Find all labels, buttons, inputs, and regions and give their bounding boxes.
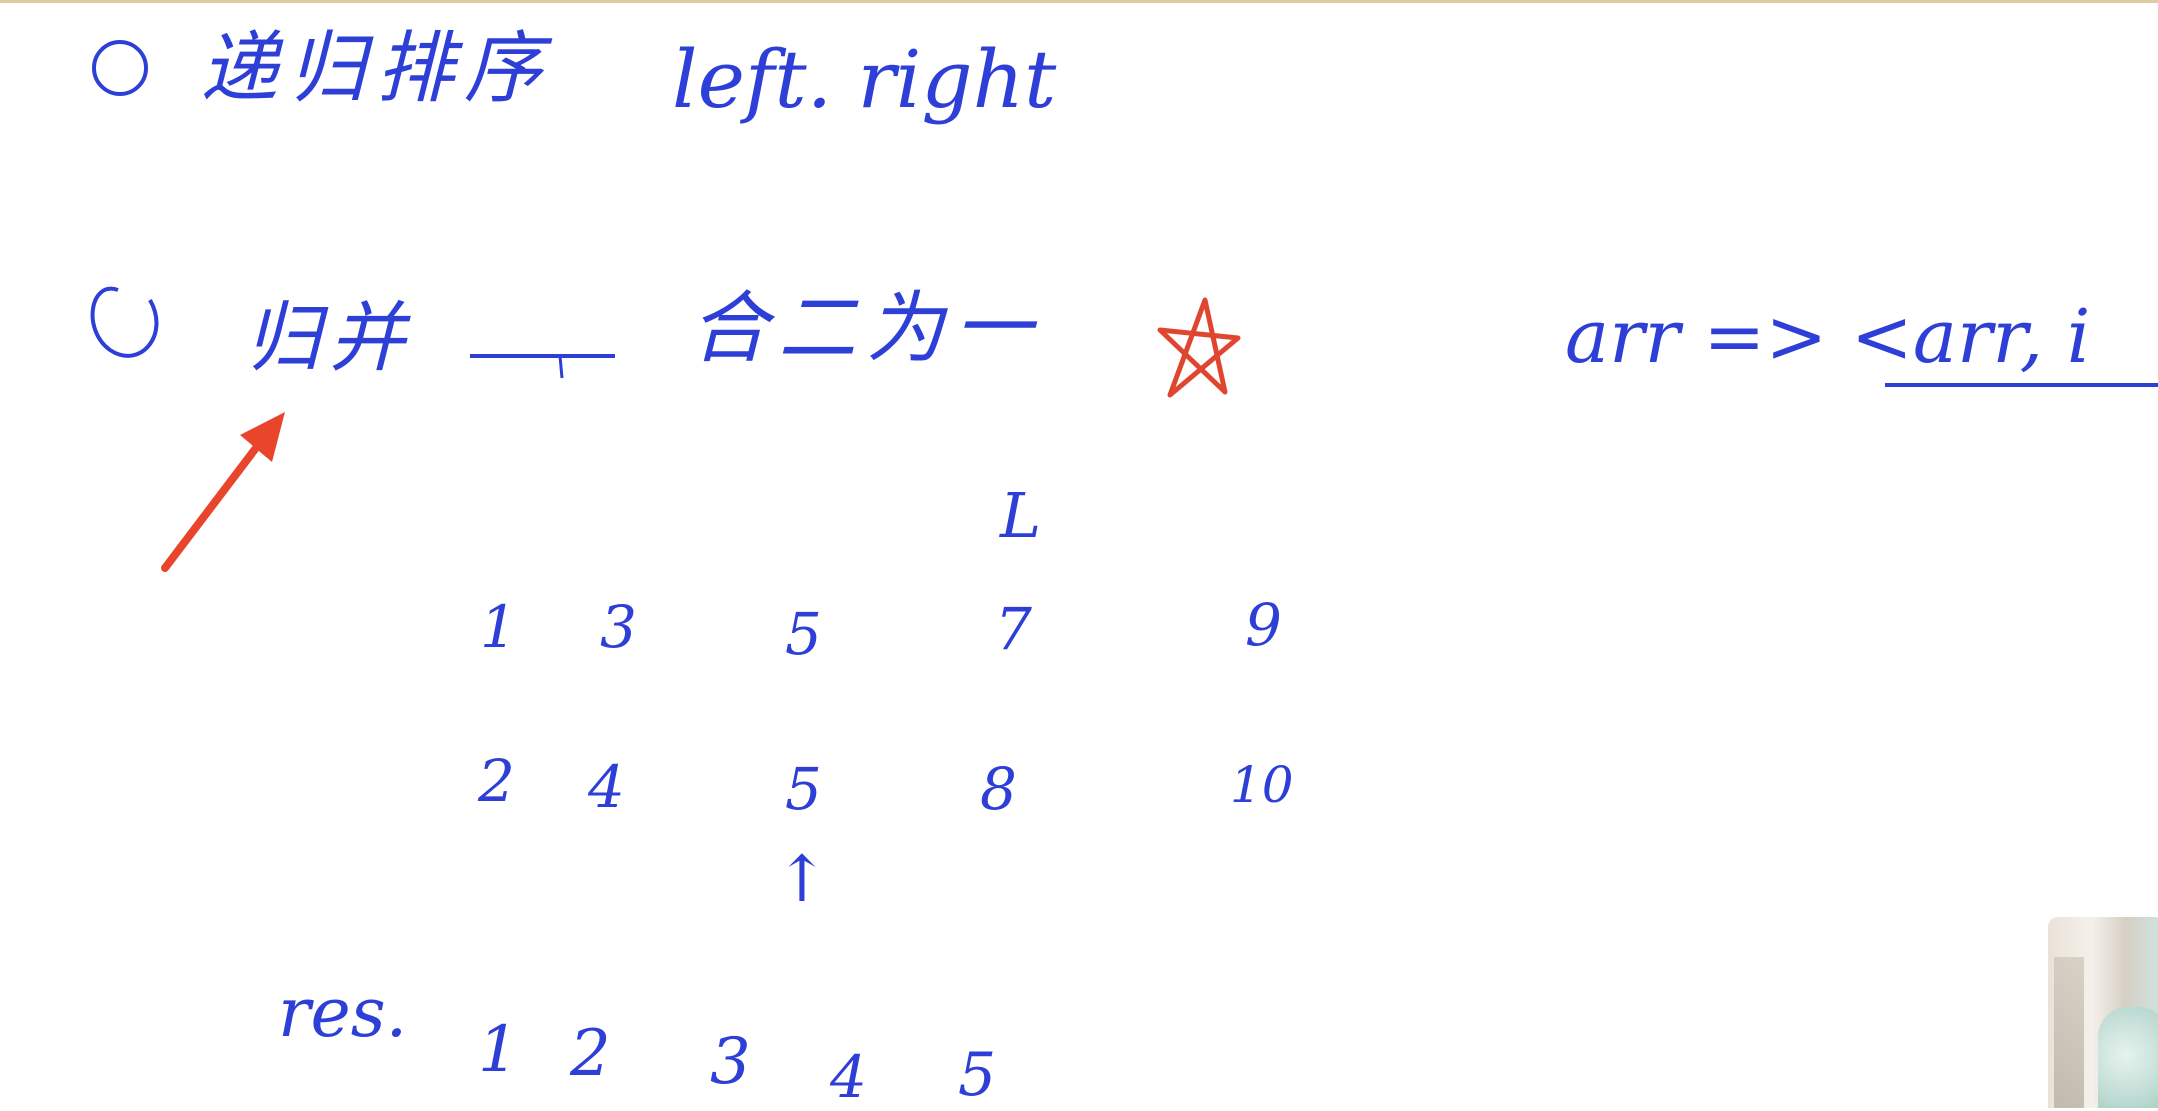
result-value: 5 <box>958 1040 997 1110</box>
row1-value: 3 <box>600 593 637 661</box>
result-value: 4 <box>830 1043 867 1111</box>
red-arrow-shaft <box>161 436 266 572</box>
result-label: res. <box>278 974 408 1053</box>
line1-chinese: 递归排序 <box>200 24 553 114</box>
line1-latin: left. right <box>672 33 1057 126</box>
line2-meaning: 合二为一 <box>690 284 1043 374</box>
row2-value: 10 <box>1230 756 1294 814</box>
row2-value: 5 <box>785 755 822 823</box>
row1-value: 5 <box>785 600 822 668</box>
star-mark <box>1157 297 1241 398</box>
row1-value: 1 <box>480 593 517 661</box>
webcam-background-frame <box>2054 957 2084 1108</box>
whiteboard-canvas: ① 递归排序 left. right ② 归并 合二为一 arr => <arr… <box>0 0 2158 1108</box>
webcam-overlay <box>2048 917 2158 1108</box>
row1-value: 7 <box>995 595 1032 663</box>
handwriting-layer <box>90 40 2158 572</box>
row1-value: 9 <box>1245 591 1282 659</box>
up-arrow: ↑ <box>775 843 829 917</box>
row2-value: 4 <box>588 753 625 821</box>
pointer-letter: L <box>1000 479 1042 552</box>
result-value: 1 <box>478 1013 519 1087</box>
result-value: 3 <box>710 1025 751 1099</box>
line2-right-note: arr => <arr, i <box>1565 294 2091 380</box>
line2-term: 归并 <box>245 293 413 382</box>
row2-value: 2 <box>478 747 515 815</box>
webcam-presenter <box>2098 1007 2158 1108</box>
row2-value: 8 <box>980 755 1017 823</box>
result-value: 2 <box>570 1017 611 1091</box>
dash-tick <box>558 355 564 379</box>
